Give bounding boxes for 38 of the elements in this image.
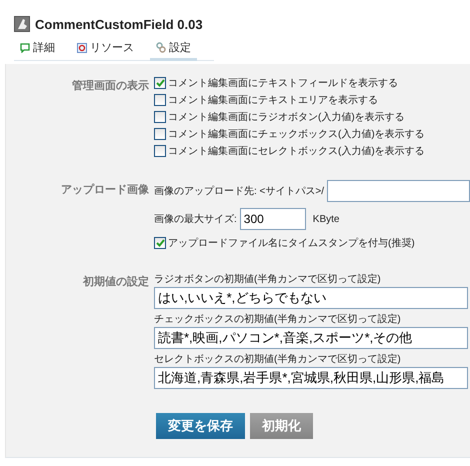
default-values-field[interactable]: 北海道,青森県,岩手県*,宮城県,秋田県,山形県,福島 bbox=[154, 367, 468, 389]
checkbox-label: コメント編集画面にラジオボタン(入力値)を表示する bbox=[168, 110, 405, 124]
tab-label: 設定 bbox=[169, 40, 191, 55]
tab[interactable]: 詳細 bbox=[14, 38, 61, 61]
plugin-title: CommentCustomField 0.03 bbox=[35, 16, 203, 32]
gears-icon bbox=[156, 42, 166, 53]
field-label: ラジオボタンの初期値(半角カンマで区切って設定) bbox=[154, 272, 382, 286]
section-label: アップロード画像 bbox=[60, 182, 150, 198]
default-values-field[interactable]: 読書*,映画,パソコン*,音楽,スポーツ*,その他 bbox=[154, 327, 468, 349]
max-size-field[interactable]: 300 bbox=[240, 208, 306, 230]
plugin-icon bbox=[14, 16, 30, 32]
unit-label: KByte bbox=[312, 214, 340, 224]
upload-path-field[interactable] bbox=[327, 180, 470, 202]
checkbox-label: コメント編集画面にセレクトボックス(入力値)を表示する bbox=[168, 144, 425, 158]
speech-bubble-icon bbox=[20, 42, 30, 52]
save-button[interactable]: 変更を保存 bbox=[156, 413, 245, 439]
tab-label: リソース bbox=[90, 41, 134, 55]
default-values-field[interactable]: はい,いいえ*,どちらでもない bbox=[154, 287, 468, 309]
tab[interactable]: 設定 bbox=[150, 38, 197, 61]
field-label: チェックボックスの初期値(半角カンマで区切って設定) bbox=[154, 312, 402, 326]
checkbox-label: コメント編集画面にテキストフィールドを表示する bbox=[168, 76, 398, 90]
field-label: セレクトボックスの初期値(半角カンマで区切って設定) bbox=[154, 352, 402, 366]
checkbox[interactable] bbox=[154, 111, 166, 123]
checkbox[interactable] bbox=[154, 128, 166, 140]
section-label: 初期値の設定 bbox=[82, 274, 150, 290]
checkbox[interactable] bbox=[154, 237, 166, 249]
checkbox-label: コメント編集画面にテキストエリアを表示する bbox=[168, 94, 378, 107]
section-label: 管理画面の表示 bbox=[71, 78, 150, 94]
checkbox-label: アップロードファイル名にタイムスタンプを付与(推奨) bbox=[168, 236, 415, 250]
tab[interactable]: リソース bbox=[71, 38, 140, 61]
field-label: 画像の最大サイズ: bbox=[154, 212, 237, 226]
checkbox-label: コメント編集画面にチェックボックス(入力値)を表示する bbox=[168, 128, 425, 141]
checkbox[interactable] bbox=[154, 94, 166, 106]
field-label: 画像のアップロード先: <サイトパス>/ bbox=[154, 184, 324, 198]
checkbox[interactable] bbox=[154, 145, 166, 157]
resource-icon bbox=[77, 42, 87, 52]
checkbox[interactable] bbox=[154, 77, 166, 89]
tab-label: 詳細 bbox=[33, 41, 55, 55]
